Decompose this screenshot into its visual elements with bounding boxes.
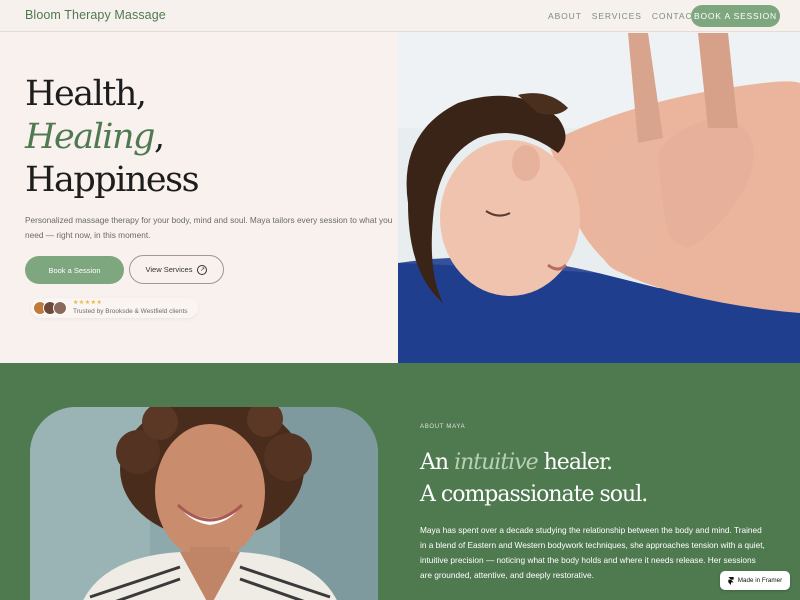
- about-section: ABOUT MAYA An intuitive healer. A compas…: [0, 363, 800, 600]
- portrait-illustration: [30, 407, 378, 600]
- view-services-label: View Services: [145, 265, 193, 274]
- about-eyebrow: ABOUT MAYA: [420, 424, 466, 430]
- nav-link-services[interactable]: SERVICES: [592, 11, 642, 21]
- about-title-post: healer.: [537, 450, 613, 475]
- headline-line-1: Health,: [25, 74, 147, 114]
- about-title-pre: An: [420, 450, 455, 475]
- star-rating-icon: ★★★★★: [73, 300, 103, 306]
- headline-line-2-comma: ,: [153, 117, 165, 157]
- trust-badge: ★★★★★ Trusted by Brooksde & Westfield cl…: [31, 298, 198, 318]
- brand-logo[interactable]: Bloom Therapy Massage: [25, 8, 166, 22]
- about-body: Maya has spent over a decade studying th…: [420, 525, 765, 580]
- hero-description: Personalized massage therapy for your bo…: [25, 215, 393, 240]
- headline-line-3: Happiness: [25, 160, 200, 200]
- hero-massage-photo: [398, 33, 800, 363]
- book-session-button[interactable]: Book a Session: [25, 256, 124, 284]
- arrow-up-right-icon: ↗: [197, 264, 208, 275]
- about-title-italic: intuitive: [454, 450, 539, 475]
- made-in-framer-badge[interactable]: Made in Framer: [720, 571, 790, 590]
- massage-illustration: [398, 33, 800, 363]
- nav-links: ABOUT SERVICES CONTACT: [548, 11, 699, 21]
- book-session-nav-button[interactable]: BOOK A SESSION: [691, 5, 780, 27]
- headline-line-2: Healing: [25, 117, 155, 157]
- top-nav: Bloom Therapy Massage ABOUT SERVICES CON…: [0, 0, 800, 32]
- about-title-line2: A compassionate soul.: [420, 482, 648, 507]
- hero-section: Health, Healing, Happiness Personalized …: [0, 33, 398, 363]
- maya-portrait: [30, 407, 378, 600]
- framer-logo-icon: [728, 576, 734, 585]
- framer-badge-label: Made in Framer: [737, 577, 783, 584]
- avatar: [53, 301, 67, 315]
- client-avatars: [33, 301, 67, 315]
- view-services-button[interactable]: View Services ↗: [129, 255, 224, 284]
- nav-link-about[interactable]: ABOUT: [548, 11, 582, 21]
- trust-label: Trusted by Brooksde & Westfield clients: [73, 308, 188, 315]
- about-title: An intuitive healer. A compassionate sou…: [420, 447, 648, 511]
- hero-headline: Health, Healing, Happiness: [25, 73, 200, 202]
